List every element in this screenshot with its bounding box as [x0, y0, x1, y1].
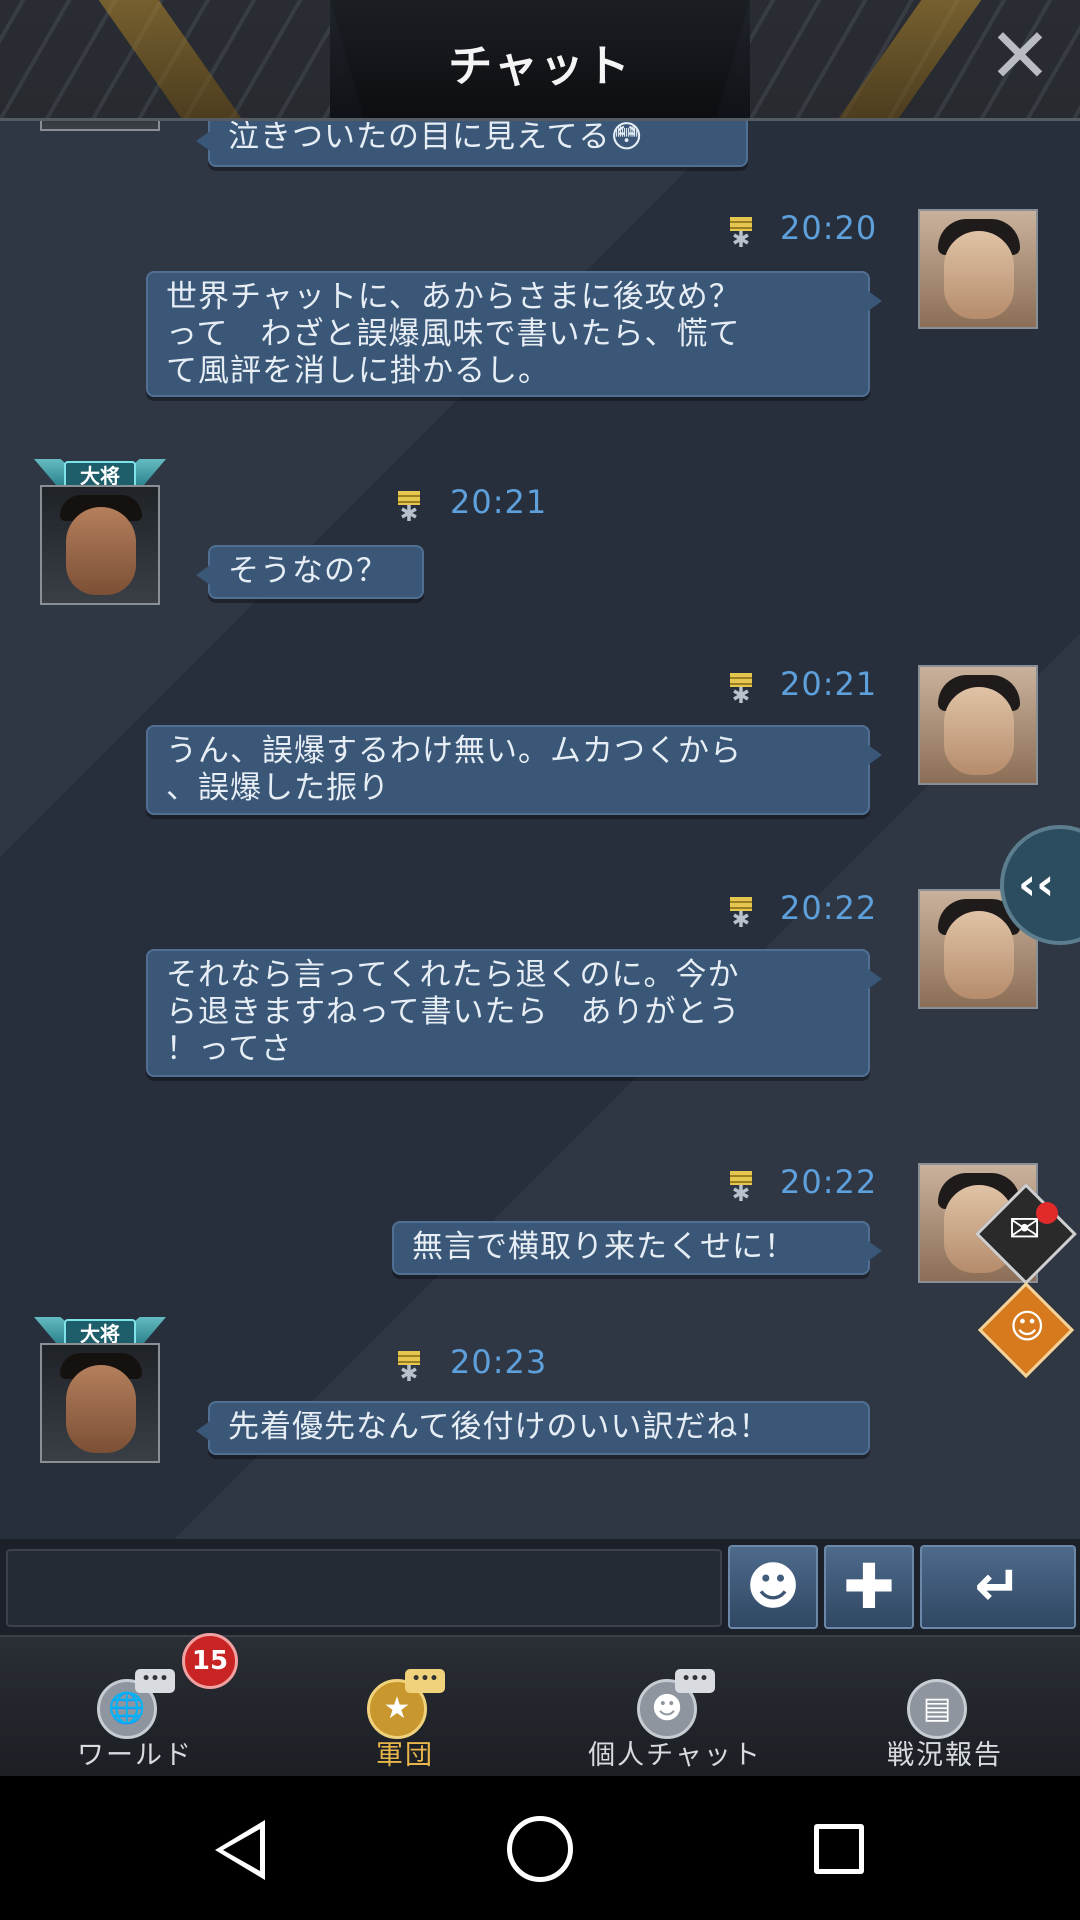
world-chat-icon: 🌐 ••• [95, 1669, 175, 1739]
message-text: そうなの？ [228, 553, 388, 589]
message-bubble: うん、誤爆するわけ無い。ムカつくから 、誤爆した振り [146, 725, 882, 815]
unread-badge: 15 [182, 1633, 238, 1689]
message-time: 20:21 [450, 483, 548, 521]
message-text: 泣きついたの目に見えてる😳 [228, 121, 644, 155]
tab-label: 戦況報告 [887, 1740, 1003, 1771]
double-chevron-left-icon: ‹‹ [1018, 859, 1055, 910]
add-friend-icon: ☺ [1009, 1306, 1045, 1347]
chat-screen: チャット ✕ 泣きついたの目に見えてる😳 ✱ 20:20 世界チャットに、あから… [0, 0, 1080, 1778]
message-time: 20:22 [780, 1163, 878, 1201]
tab-battle-report[interactable]: ▤ 戦況報告 [810, 1637, 1080, 1778]
message-line: ら退きますねって書いたら ありがとう [166, 994, 741, 1030]
message-text: 無言で横取り来たくせに！ [412, 1229, 796, 1265]
recent-apps-icon[interactable] [814, 1824, 864, 1874]
back-icon[interactable] [215, 1820, 265, 1880]
home-icon[interactable] [507, 1816, 573, 1882]
message-line: うん、誤爆するわけ無い。ムカつくから [166, 733, 742, 769]
message-bubble: そうなの？ [196, 545, 424, 599]
message-line: 、誤爆した振り [166, 770, 390, 806]
message-bubble: 先着優先なんて後付けのいい訳だね！ [196, 1401, 870, 1455]
avatar[interactable] [918, 665, 1038, 785]
smiley-icon: ☻ [745, 1557, 801, 1617]
page-title: チャット [448, 41, 632, 92]
medal-icon: ✱ [728, 673, 754, 709]
medal-icon: ✱ [396, 491, 422, 527]
tab-label: 軍団 [376, 1740, 434, 1771]
avatar[interactable] [40, 485, 160, 605]
message-time: 20:23 [450, 1343, 548, 1381]
message-bubble: それなら言ってくれたら退くのに。今か ら退きますねって書いたら ありがとう ！っ… [146, 949, 882, 1077]
message-time: 20:21 [780, 665, 878, 703]
medal-icon: ✱ [728, 1171, 754, 1207]
enter-icon: ↵ [974, 1554, 1022, 1619]
emoji-button[interactable]: ☻ [728, 1545, 818, 1629]
tab-legion[interactable]: ★ ••• 軍団 [270, 1637, 540, 1778]
message-list[interactable]: 泣きついたの目に見えてる😳 ✱ 20:20 世界チャットに、あからさまに後攻め？… [0, 121, 1080, 1539]
tab-label: 個人チャット [588, 1740, 762, 1771]
personal-chat-icon: ☻ ••• [635, 1669, 715, 1739]
medal-icon: ✱ [728, 897, 754, 933]
medal-icon: ✱ [728, 217, 754, 253]
message-time: 20:20 [780, 209, 878, 247]
plus-icon: ✚ [843, 1550, 895, 1623]
message-line: って わざと誤爆風味で書いたら、慌て [166, 316, 741, 352]
tab-label: ワールド [77, 1740, 193, 1771]
tab-world[interactable]: 🌐 ••• 15 ワールド [0, 1633, 270, 1778]
avatar[interactable] [918, 209, 1038, 329]
message-line: ！ってさ [166, 1031, 293, 1067]
avatar[interactable] [40, 1343, 160, 1463]
medal-icon: ✱ [396, 1351, 422, 1387]
message-bubble: 無言で横取り来たくせに！ [392, 1221, 882, 1275]
message-time: 20:22 [780, 889, 878, 927]
bottom-nav: 🌐 ••• 15 ワールド ★ ••• 軍団 ☻ ••• 個人チャット ▤ 戦況報告 [0, 1633, 1080, 1778]
system-navigation-bar [0, 1776, 1080, 1920]
input-bar: ☻ ✚ ↵ [0, 1539, 1080, 1635]
message-line: 世界チャットに、あからさまに後攻め？ [166, 279, 741, 315]
legion-chat-icon: ★ ••• [365, 1669, 445, 1739]
message-text: 先着優先なんて後付けのいい訳だね！ [228, 1409, 771, 1445]
notification-dot [1036, 1202, 1058, 1224]
header: チャット ✕ [0, 0, 1080, 121]
message-bubble: 泣きついたの目に見えてる😳 [196, 121, 748, 167]
avatar[interactable] [40, 121, 160, 131]
battle-report-icon: ▤ [905, 1669, 983, 1739]
message-bubble: 世界チャットに、あからさまに後攻め？ って わざと誤爆風味で書いたら、慌て て風… [146, 271, 882, 397]
close-icon[interactable]: ✕ [982, 18, 1058, 94]
message-line: て風評を消しに掛かるし。 [166, 353, 550, 389]
tab-personal-chat[interactable]: ☻ ••• 個人チャット [540, 1637, 810, 1778]
message-input[interactable] [6, 1549, 722, 1627]
message-line: それなら言ってくれたら退くのに。今か [166, 957, 740, 993]
send-button[interactable]: ↵ [920, 1545, 1076, 1629]
attach-button[interactable]: ✚ [824, 1545, 914, 1629]
